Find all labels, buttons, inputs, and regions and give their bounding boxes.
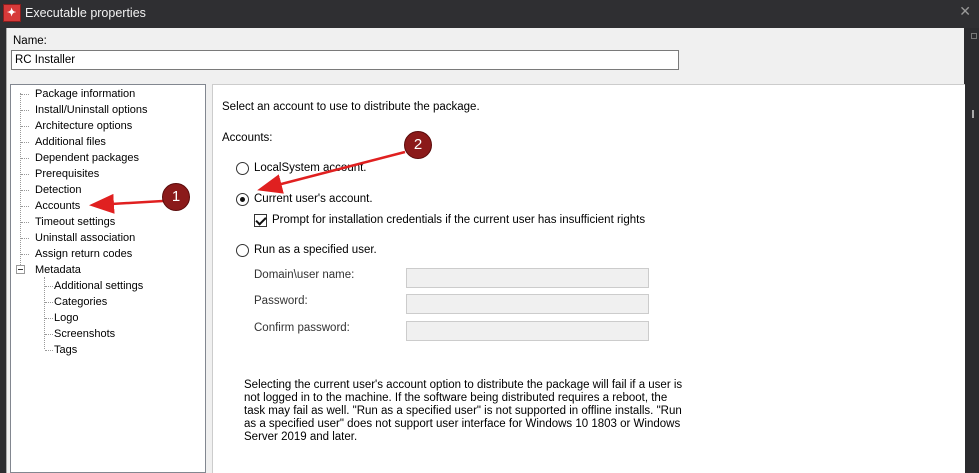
annotation-badge-2: 2 <box>404 131 432 159</box>
domain-user-label: Domain\user name: <box>254 269 355 281</box>
confirm-password-label: Confirm password: <box>254 322 350 334</box>
tree-connector <box>45 334 53 335</box>
settings-tree: Package information Install/Uninstall op… <box>10 84 206 473</box>
tree-connector <box>20 93 21 269</box>
tree-connector <box>45 350 53 351</box>
tree-item-additional-settings[interactable]: Additional settings <box>54 279 143 294</box>
right-strip <box>964 28 979 473</box>
specified-user-radio[interactable] <box>236 244 249 257</box>
tree-item-additional-files[interactable]: Additional files <box>35 135 106 150</box>
tree-item-architecture-options[interactable]: Architecture options <box>35 119 132 134</box>
tree-item-dependent-packages[interactable]: Dependent packages <box>35 151 139 166</box>
window-title: Executable properties <box>25 6 146 20</box>
tree-item-detection[interactable]: Detection <box>35 183 81 198</box>
tree-item-timeout-settings[interactable]: Timeout settings <box>35 215 115 230</box>
tree-connector <box>21 94 29 95</box>
confirm-password-input[interactable] <box>406 321 649 341</box>
properties-dialog: Name: Package information Install/Uninst… <box>6 28 965 473</box>
annotation-badge-1: 1 <box>162 183 190 211</box>
localsystem-label[interactable]: LocalSystem account. <box>254 162 367 174</box>
title-bar: ✦ Executable properties ✕ <box>0 0 979 28</box>
tree-connector <box>45 302 53 303</box>
tree-item-prerequisites[interactable]: Prerequisites <box>35 167 99 182</box>
collapse-icon[interactable] <box>16 265 25 274</box>
prompt-credentials-label[interactable]: Prompt for installation credentials if t… <box>272 214 645 226</box>
tree-connector <box>21 222 29 223</box>
tree-connector <box>21 254 29 255</box>
password-label: Password: <box>254 295 308 307</box>
password-input[interactable] <box>406 294 649 314</box>
tree-connector <box>44 277 45 349</box>
intro-text: Select an account to use to distribute t… <box>222 101 480 113</box>
tree-item-tags[interactable]: Tags <box>54 343 77 358</box>
tree-connector <box>21 174 29 175</box>
accounts-label: Accounts: <box>222 132 273 144</box>
close-button[interactable]: ✕ <box>959 3 971 20</box>
tree-item-accounts[interactable]: Accounts <box>35 199 80 214</box>
square-icon <box>971 33 977 39</box>
domain-user-input[interactable] <box>406 268 649 288</box>
accounts-panel: Select an account to use to distribute t… <box>212 84 965 473</box>
tree-connector <box>21 238 29 239</box>
tree-item-categories[interactable]: Categories <box>54 295 107 310</box>
tree-item-metadata[interactable]: Metadata <box>35 263 81 278</box>
tree-connector <box>45 318 53 319</box>
tree-item-assign-return-codes[interactable]: Assign return codes <box>35 247 132 262</box>
localsystem-radio[interactable] <box>236 162 249 175</box>
bar-icon <box>972 110 976 118</box>
tree-connector <box>21 206 29 207</box>
tree-connector <box>45 286 53 287</box>
tree-connector <box>21 158 29 159</box>
tree-connector <box>21 190 29 191</box>
name-label: Name: <box>13 35 47 47</box>
tree-item-package-information[interactable]: Package information <box>35 87 135 102</box>
tree-item-uninstall-association[interactable]: Uninstall association <box>35 231 135 246</box>
tree-item-screenshots[interactable]: Screenshots <box>54 327 115 342</box>
tree-item-logo[interactable]: Logo <box>54 311 78 326</box>
tree-connector <box>21 110 29 111</box>
tree-connector <box>21 126 29 127</box>
current-user-radio[interactable] <box>236 193 249 206</box>
specified-user-label[interactable]: Run as a specified user. <box>254 244 377 256</box>
tree-item-install-uninstall-options[interactable]: Install/Uninstall options <box>35 103 148 118</box>
current-user-label[interactable]: Current user's account. <box>254 193 373 205</box>
name-input[interactable] <box>11 50 679 70</box>
tree-connector <box>21 142 29 143</box>
app-icon: ✦ <box>3 4 21 22</box>
prompt-credentials-checkbox[interactable] <box>254 214 267 227</box>
accounts-note: Selecting the current user's account opt… <box>244 379 683 443</box>
